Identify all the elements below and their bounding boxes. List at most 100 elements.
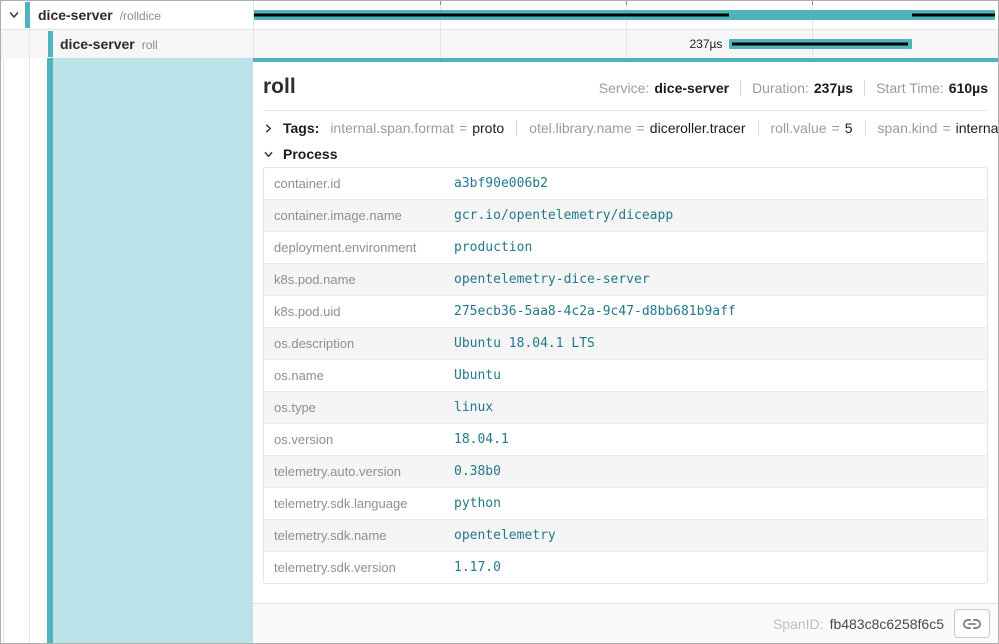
spanid-label: SpanID:	[773, 616, 824, 632]
overview-value: dice-server	[654, 80, 729, 96]
process-key: container.image.name	[264, 200, 444, 231]
process-key: k8s.pod.name	[264, 264, 444, 295]
overview-label: Duration:	[752, 80, 809, 96]
span-detail-panel: roll Service: dice-server Duration: 237µ…	[253, 58, 998, 643]
span-title: roll	[263, 75, 599, 99]
selected-span-highlight	[53, 58, 253, 643]
span-name-cell-root[interactable]: dice-server /rolldice	[1, 1, 253, 29]
process-key: deployment.environment	[264, 232, 444, 263]
process-key: os.type	[264, 392, 444, 423]
table-row: deployment.environment production	[264, 232, 987, 264]
tag-item: otel.library.name = diceroller.tracer	[516, 120, 745, 136]
process-value: opentelemetry-dice-server	[444, 265, 987, 294]
process-value: linux	[444, 393, 987, 422]
process-value: python	[444, 489, 987, 518]
process-section-header[interactable]: Process	[263, 146, 988, 162]
process-key: telemetry.auto.version	[264, 456, 444, 487]
timeline-gridline	[626, 30, 627, 58]
detail-header: roll Service: dice-server Duration: 237µ…	[263, 75, 988, 99]
table-row: os.version 18.04.1	[264, 424, 987, 456]
time-tick	[440, 1, 441, 5]
process-key: telemetry.sdk.language	[264, 488, 444, 519]
process-key: telemetry.sdk.version	[264, 552, 444, 583]
overview-label: Start Time:	[876, 80, 944, 96]
timeline-cell-root	[253, 1, 998, 29]
table-row: os.description Ubuntu 18.04.1 LTS	[264, 328, 987, 360]
table-row: telemetry.sdk.language python	[264, 488, 987, 520]
process-value: 0.38b0	[444, 457, 987, 486]
process-value: opentelemetry	[444, 521, 987, 550]
selected-span-strip	[1, 58, 253, 643]
table-row: os.type linux	[264, 392, 987, 424]
process-key: os.name	[264, 360, 444, 391]
span-row-child[interactable]: dice-server roll 237µs	[1, 29, 998, 58]
span-overview: Service: dice-server Duration: 237µs Sta…	[599, 80, 988, 96]
process-value: 18.04.1	[444, 425, 987, 454]
tags-section-header[interactable]: Tags: internal.span.format = proto otel.…	[263, 120, 988, 136]
service-color-stripe	[25, 2, 30, 28]
tag-value: diceroller.tracer	[650, 120, 746, 136]
span-name-cell-child[interactable]: dice-server roll	[1, 30, 253, 58]
chevron-right-icon[interactable]	[263, 123, 274, 134]
trace-detail-window: dice-server /rolldice dice-server roll 2…	[0, 0, 999, 644]
process-key: os.version	[264, 424, 444, 455]
process-value: gcr.io/opentelemetry/diceapp	[444, 201, 987, 230]
process-value: 275ecb36-5aa8-4c2a-9c47-d8bb681b9aff	[444, 297, 987, 326]
tag-equals: =	[937, 120, 955, 136]
process-value: 1.17.0	[444, 553, 987, 582]
operation-name: /rolldice	[120, 9, 161, 23]
indent-guide	[29, 30, 30, 58]
span-row-root[interactable]: dice-server /rolldice	[1, 1, 998, 29]
overview-start-time: Start Time: 610µs	[864, 80, 988, 96]
process-heading[interactable]: Process	[283, 146, 337, 162]
overview-value: 237µs	[814, 80, 853, 96]
duration-label: 237µs	[689, 37, 722, 51]
timeline-gridline	[440, 30, 441, 58]
process-key: telemetry.sdk.name	[264, 520, 444, 551]
chevron-down-icon[interactable]	[8, 9, 20, 21]
tag-equals: =	[454, 120, 472, 136]
tag-key: otel.library.name	[529, 120, 631, 136]
tags-heading[interactable]: Tags:	[283, 120, 319, 136]
timeline-cell-child: 237µs	[253, 30, 998, 58]
tag-key: span.kind	[878, 120, 938, 136]
service-name: dice-server	[60, 36, 135, 52]
tag-key: internal.span.format	[330, 120, 454, 136]
critical-path-segment	[912, 14, 995, 17]
span-name: dice-server /rolldice	[38, 7, 161, 23]
indent-guide	[29, 58, 30, 643]
process-table: container.id a3bf90e006b2 container.imag…	[263, 167, 988, 584]
process-value: Ubuntu	[444, 361, 987, 390]
tag-value: 5	[845, 120, 853, 136]
service-name: dice-server	[38, 7, 113, 23]
process-value: a3bf90e006b2	[444, 169, 987, 198]
tag-item: span.kind = internal	[865, 120, 999, 136]
operation-name: roll	[142, 38, 158, 52]
copy-link-button[interactable]	[954, 609, 990, 638]
process-key: os.description	[264, 328, 444, 359]
tag-value: proto	[472, 120, 504, 136]
critical-path-segment	[254, 14, 729, 17]
process-value: Ubuntu 18.04.1 LTS	[444, 329, 987, 358]
spanid-value: fb483c8c6258f6c5	[830, 616, 944, 632]
tag-value: internal	[956, 120, 999, 136]
overview-service: Service: dice-server	[599, 80, 729, 96]
header-divider	[263, 110, 988, 111]
process-key: container.id	[264, 168, 444, 199]
process-key: k8s.pod.uid	[264, 296, 444, 327]
link-icon	[963, 617, 981, 631]
span-name: dice-server roll	[60, 36, 158, 52]
span-footer: SpanID: fb483c8c6258f6c5	[253, 603, 998, 643]
table-row: container.id a3bf90e006b2	[264, 168, 987, 200]
chevron-down-icon[interactable]	[263, 149, 274, 160]
critical-path-segment	[732, 43, 908, 46]
tag-equals: =	[827, 120, 845, 136]
table-row: container.image.name gcr.io/opentelemetr…	[264, 200, 987, 232]
overview-label: Service:	[599, 80, 650, 96]
tag-item: internal.span.format = proto	[330, 120, 504, 136]
tag-list: internal.span.format = proto otel.librar…	[330, 120, 999, 136]
tag-key: roll.value	[771, 120, 827, 136]
service-color-stripe	[48, 31, 53, 57]
table-row: k8s.pod.uid 275ecb36-5aa8-4c2a-9c47-d8bb…	[264, 296, 987, 328]
overview-duration: Duration: 237µs	[740, 80, 853, 96]
